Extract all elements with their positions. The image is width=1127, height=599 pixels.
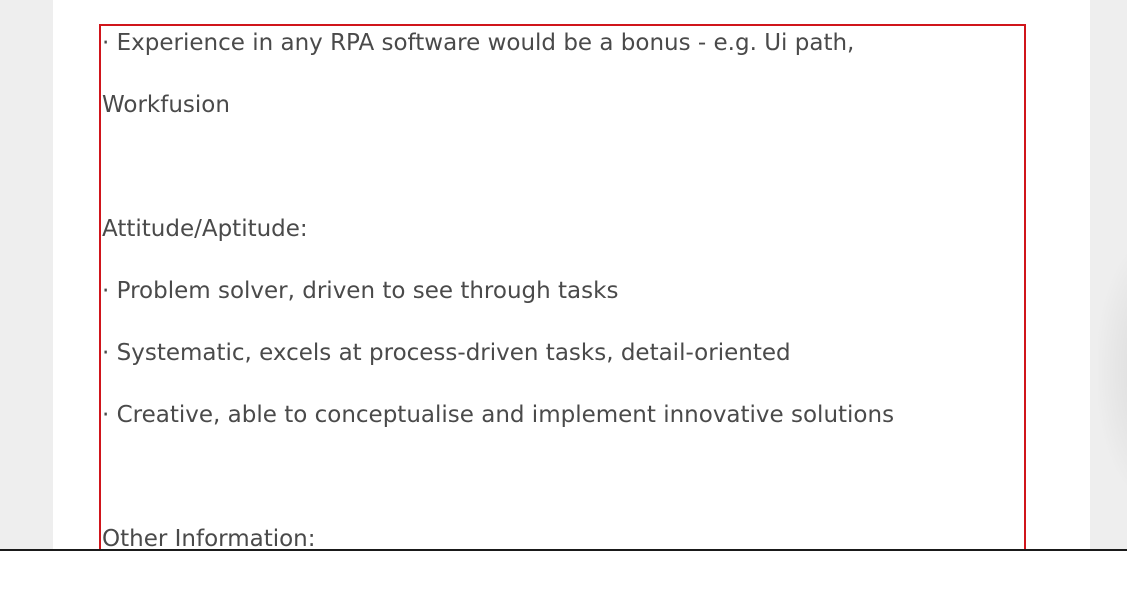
attribute-systematic: · Systematic, excels at process-driven t… (102, 340, 791, 366)
attribute-creative: · Creative, able to conceptualise and im… (102, 402, 895, 428)
requirement-rpa-experience: · Experience in any RPA software would b… (102, 30, 855, 56)
blank-area-below-viewport (0, 551, 1127, 599)
requirement-rpa-experience-continued: Workfusion (102, 92, 230, 118)
page-viewport: · Experience in any RPA software would b… (0, 0, 1127, 550)
section-heading-other-information: Other Information: (102, 526, 316, 550)
attribute-problem-solver: · Problem solver, driven to see through … (102, 278, 619, 304)
section-heading-attitude-aptitude: Attitude/Aptitude: (102, 216, 308, 242)
scroll-edge-shadow (1098, 240, 1127, 500)
